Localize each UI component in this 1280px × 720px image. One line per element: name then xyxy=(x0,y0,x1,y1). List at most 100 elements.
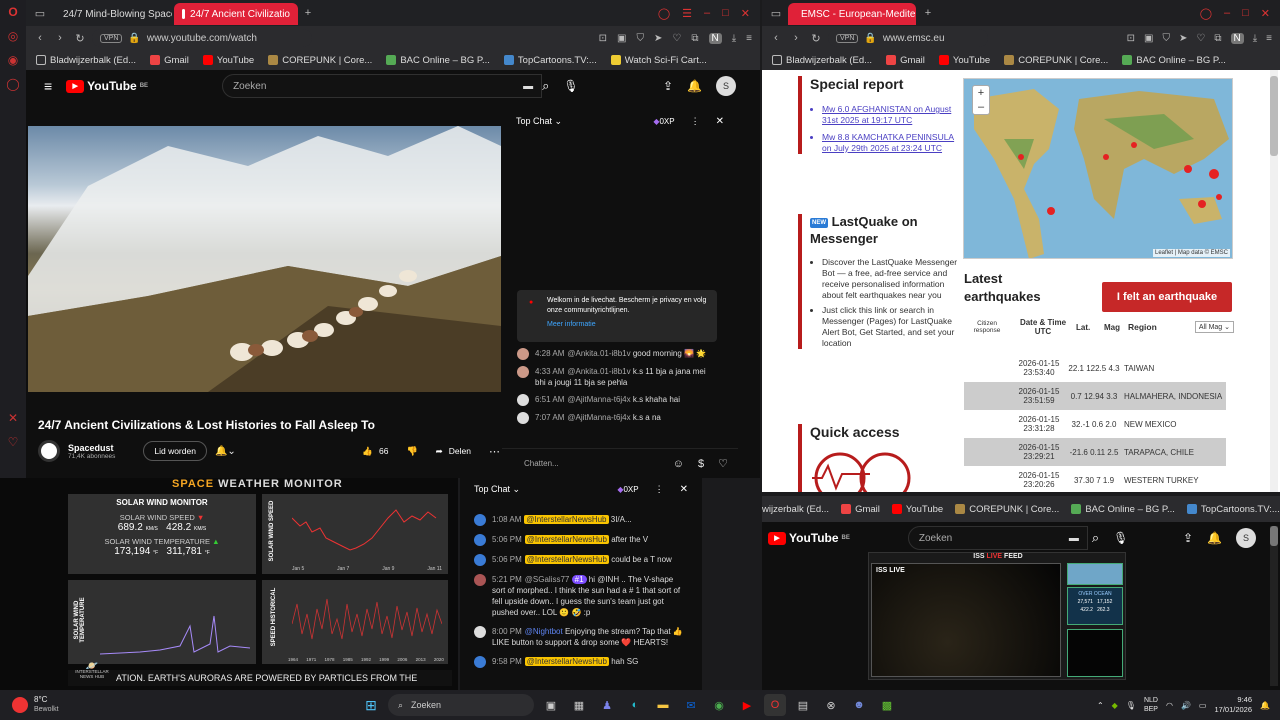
table-row[interactable]: 2026-01-15 23:53:40 22.1 122.5 4.3 TAIWAN xyxy=(964,354,1226,382)
top-chat-dropdown[interactable]: Top Chat ⌄ xyxy=(516,116,562,127)
new-tab-icon[interactable]: + xyxy=(920,7,936,19)
bookmark-gmail[interactable]: Gmail xyxy=(150,55,189,66)
url-field[interactable]: VPN 🔒 www.youtube.com/watch xyxy=(92,29,312,47)
opera-menu-icon[interactable]: ◯ xyxy=(658,7,670,20)
more-icon[interactable]: ⋯ xyxy=(489,445,500,458)
battery-icon[interactable]: ▭ xyxy=(1199,701,1207,710)
whatsapp-icon[interactable]: ◯ xyxy=(0,72,26,96)
xbox-icon[interactable]: ⊗ xyxy=(820,694,842,716)
header-mag[interactable]: Mag xyxy=(1104,323,1124,332)
channel-name[interactable]: Spacedust xyxy=(68,443,115,453)
zoom-control[interactable]: + – xyxy=(972,85,990,115)
report-afghanistan[interactable]: Mw 6.0 AFGHANISTAN on August 31st 2025 a… xyxy=(822,104,958,126)
emoji-icon[interactable]: ☺ xyxy=(673,458,684,470)
opera-icon[interactable]: O xyxy=(0,0,26,24)
star-icon[interactable]: ✕ xyxy=(0,406,26,430)
outlook-icon[interactable]: ✉ xyxy=(680,694,702,716)
yt-search-input[interactable]: Zoeken ▬ xyxy=(222,74,543,98)
upload-icon[interactable]: ⇪ xyxy=(1183,531,1193,545)
wifi-icon[interactable]: ◠ xyxy=(1166,701,1173,710)
chat-input[interactable]: Chatten... xyxy=(524,459,559,468)
table-row[interactable]: 2026-01-15 23:29:21 -21.6 0.11 2.5 TARAPAC… xyxy=(964,438,1226,466)
opera-menu-icon[interactable]: ◯ xyxy=(1200,7,1212,20)
profile-icon[interactable]: N xyxy=(1230,32,1244,44)
like-button[interactable]: 👍 66 xyxy=(362,446,388,457)
iss-video[interactable]: ISS LIVE FEED ISS LIVE OVER OCEAN 27,571… xyxy=(868,552,1126,680)
weather-widget[interactable]: 8°C Bewolkt xyxy=(0,695,220,715)
avatar[interactable]: S xyxy=(716,76,736,96)
bookmark-0[interactable]: Bladwijzerbalk (Ed... xyxy=(36,55,136,66)
bookmark-youtube[interactable]: YouTube xyxy=(891,504,943,515)
file-explorer-icon[interactable]: ▬ xyxy=(652,694,674,716)
top-chat-dropdown[interactable]: Top Chat ⌄ xyxy=(474,484,520,495)
reload-icon[interactable]: ↻ xyxy=(808,32,824,45)
extensions-icon[interactable]: ⧉ xyxy=(691,33,698,44)
header-lat[interactable]: Lat. xyxy=(1076,323,1100,332)
avatar[interactable]: S xyxy=(1236,528,1256,548)
bell-icon[interactable]: 🔔 xyxy=(1207,531,1222,545)
xp-badge[interactable]: ◆0XP xyxy=(653,117,674,126)
vpn-badge[interactable]: VPN xyxy=(100,33,123,43)
maximize-icon[interactable]: □ xyxy=(722,7,729,20)
mag-filter[interactable]: All Mag ⌄ xyxy=(1194,321,1234,333)
search-icon[interactable]: ⌕ xyxy=(542,78,549,94)
edge-icon[interactable]: ◐ xyxy=(624,694,646,716)
download-icon[interactable]: ⤓ xyxy=(1253,33,1257,44)
heart-icon[interactable]: ♡ xyxy=(1196,33,1205,44)
earthquake-map[interactable]: + – Leaflet | Map data © EMSC xyxy=(963,78,1233,259)
iss-search-input[interactable]: Zoeken ▬ xyxy=(907,526,1088,550)
maximize-icon[interactable]: □ xyxy=(1242,7,1249,20)
bookmark-corepunk[interactable]: COREPUNK | Core... xyxy=(955,504,1059,515)
bookmark-0[interactable]: wijzerbalk (Ed... xyxy=(762,504,829,515)
chat-close-icon[interactable]: ✕ xyxy=(680,484,688,495)
window-list-icon[interactable]: ☰ xyxy=(682,7,692,20)
hamburger-icon[interactable]: ≡ xyxy=(44,78,52,94)
shield-icon[interactable]: ⛉ xyxy=(637,33,645,44)
tab-space[interactable]: 24/7 Mind-Blowing Space xyxy=(50,3,172,25)
bookmark-gmail[interactable]: Gmail xyxy=(886,55,925,66)
dislike-icon[interactable]: 👎 xyxy=(406,446,417,457)
spreadsheet-icon[interactable]: ▤ xyxy=(792,694,814,716)
close-icon[interactable]: ✕ xyxy=(741,7,750,20)
chrome-icon[interactable]: ◉ xyxy=(708,694,730,716)
report-kamchatka[interactable]: Mw 8.8 KAMCHATKA PENINSULA on July 29th … xyxy=(822,132,958,154)
menu-icon[interactable]: ≡ xyxy=(1266,33,1272,44)
video-player[interactable] xyxy=(28,126,501,392)
keyboard-icon[interactable]: ▬ xyxy=(1069,533,1079,544)
send-icon[interactable]: ➤ xyxy=(654,33,662,44)
space-weather-video[interactable]: SPACE WEATHER MONITOR SOLAR WIND MONITOR… xyxy=(0,478,458,690)
clock[interactable]: 9:46 17/01/2026 xyxy=(1214,695,1252,715)
keyboard-icon[interactable]: ▬ xyxy=(523,81,533,92)
language-indicator[interactable]: NLD BEP xyxy=(1144,696,1158,714)
task-view-icon[interactable]: ▣ xyxy=(540,694,562,716)
minecraft-icon[interactable]: ▩ xyxy=(876,694,898,716)
windows-start-icon[interactable]: ⊞ xyxy=(360,694,382,716)
chat-more-icon[interactable]: ⋮ xyxy=(655,484,664,495)
vpn-badge[interactable]: VPN xyxy=(836,33,859,43)
bookmark-gmail[interactable]: Gmail xyxy=(841,504,880,515)
pip-icon[interactable]: ▣ xyxy=(617,33,626,44)
bookmark-youtube[interactable]: YouTube xyxy=(938,55,990,66)
menu-icon[interactable]: ≡ xyxy=(746,33,752,44)
super-chat-icon[interactable]: $ xyxy=(698,458,704,470)
tab-emsc[interactable]: EMSC - European-Mediter xyxy=(788,3,916,25)
heart-icon[interactable]: ♡ xyxy=(718,457,728,470)
snapshot-icon[interactable]: ⊡ xyxy=(599,33,607,44)
snapshot-icon[interactable]: ⊡ xyxy=(1127,33,1135,44)
download-icon[interactable]: ⤓ xyxy=(732,33,736,44)
share-button[interactable]: ➦ Delen xyxy=(436,446,471,457)
header-region[interactable]: Region xyxy=(1128,322,1157,332)
notifications-icon[interactable]: 🔔 xyxy=(1260,701,1270,710)
calculator-icon[interactable]: ▦ xyxy=(568,694,590,716)
tab-ancient[interactable]: 24/7 Ancient Civilizatio xyxy=(174,3,298,25)
speed-dial-icon[interactable]: ◎ xyxy=(0,24,26,48)
bookmark-corepunk[interactable]: COREPUNK | Core... xyxy=(268,55,372,66)
back-icon[interactable]: ‹ xyxy=(32,32,48,44)
tabs-menu-icon[interactable]: ▭ xyxy=(768,7,784,20)
bookmark-bac[interactable]: BAC Online – BG P... xyxy=(1071,504,1175,515)
mic-icon[interactable]: 🎙 xyxy=(1126,701,1136,710)
bell-icon[interactable]: 🔔⌄ xyxy=(215,446,236,457)
bookmark-scifi[interactable]: Watch Sci-Fi Cart... xyxy=(610,55,707,66)
minimize-icon[interactable]: – xyxy=(1224,7,1230,20)
chat-more-icon[interactable]: ⋮ xyxy=(691,116,700,127)
